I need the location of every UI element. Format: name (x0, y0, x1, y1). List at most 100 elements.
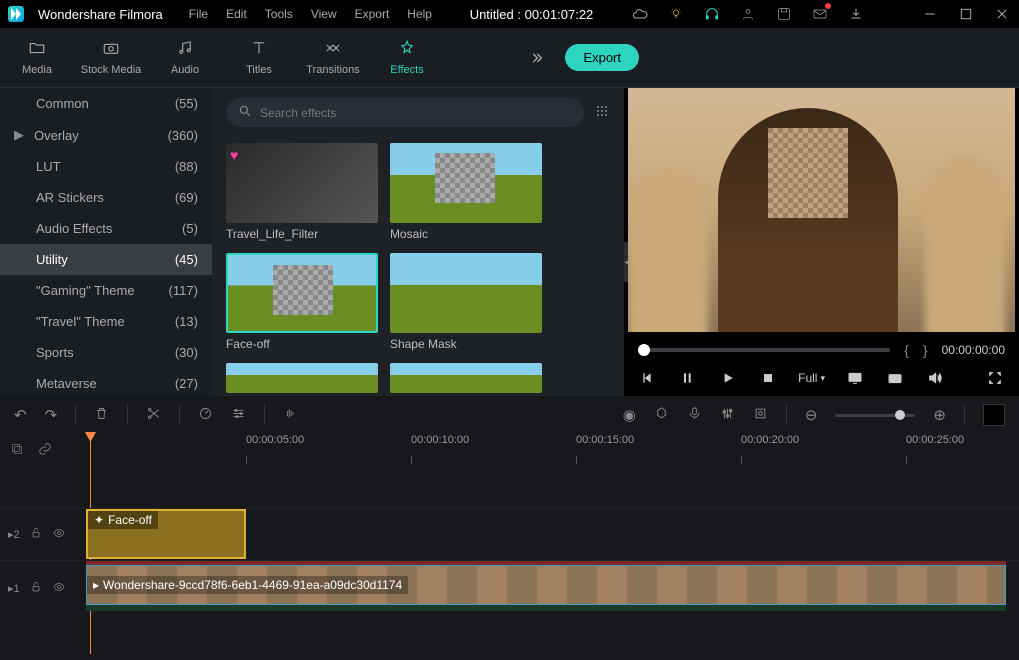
video-clip[interactable]: ▸Wondershare-9ccd78f6-6eb1-4469-91ea-a09… (86, 565, 1006, 605)
tab-media[interactable]: Media (0, 28, 74, 88)
effects-sidebar: Common(55) ▶Overlay(360) LUT(88) AR Stic… (0, 88, 212, 396)
lock-icon[interactable] (30, 581, 42, 596)
markers-box[interactable] (983, 404, 1005, 426)
preview-video[interactable] (628, 88, 1015, 332)
lightbulb-icon[interactable] (667, 5, 685, 23)
menu-edit[interactable]: Edit (226, 7, 247, 21)
quality-select[interactable]: Full▾ (798, 371, 825, 385)
effect-thumb (226, 253, 378, 333)
link-icon[interactable] (38, 442, 52, 460)
preview-panel: { } 00:00:00:00 Full▾ (624, 88, 1019, 396)
undo-icon[interactable]: ↶ (14, 406, 27, 424)
tab-audio[interactable]: Audio (148, 28, 222, 88)
menu-view[interactable]: View (311, 7, 337, 21)
effect-item-extra1[interactable] (226, 363, 378, 393)
redo-icon[interactable]: ↷ (45, 406, 58, 424)
fullscreen-icon[interactable] (985, 368, 1005, 388)
adjust-icon[interactable] (231, 406, 246, 425)
search-input[interactable] (260, 106, 572, 120)
more-icon[interactable] (527, 49, 545, 67)
prev-frame-icon[interactable] (638, 368, 658, 388)
effect-item-extra2[interactable] (390, 363, 542, 393)
minimize-icon[interactable] (921, 5, 939, 23)
sidebar-item-ar-stickers[interactable]: AR Stickers(69) (0, 182, 212, 213)
app-name: Wondershare Filmora (38, 7, 163, 22)
tab-titles[interactable]: Titles (222, 28, 296, 88)
effect-thumb (390, 253, 542, 333)
user-icon[interactable] (739, 5, 757, 23)
step-back-icon[interactable] (678, 368, 698, 388)
sidebar-item-travel-theme[interactable]: "Travel" Theme(13) (0, 306, 212, 337)
export-button[interactable]: Export (565, 44, 639, 71)
music-icon (175, 39, 195, 62)
effect-label: Mosaic (390, 227, 542, 241)
play-icon[interactable] (718, 368, 738, 388)
sidebar-item-common[interactable]: Common(55) (0, 88, 212, 119)
maximize-icon[interactable] (957, 5, 975, 23)
sidebar-item-gaming-theme[interactable]: "Gaming" Theme(117) (0, 275, 212, 306)
mail-icon[interactable] (811, 5, 829, 23)
star-icon: ✦ (94, 513, 104, 527)
sidebar-item-sports[interactable]: Sports(30) (0, 337, 212, 368)
delete-icon[interactable] (94, 406, 109, 425)
lock-icon[interactable] (30, 527, 42, 542)
volume-icon[interactable] (925, 368, 945, 388)
audio-clip[interactable] (86, 605, 1006, 611)
search-icon (238, 104, 252, 121)
effect-thumb (226, 363, 378, 393)
track-content[interactable]: ▸Wondershare-9ccd78f6-6eb1-4469-91ea-a09… (86, 561, 1019, 616)
sidebar-item-metaverse[interactable]: Metaverse(27) (0, 368, 212, 396)
preview-scrubber[interactable] (638, 348, 890, 352)
tab-transitions[interactable]: Transitions (296, 28, 370, 88)
effect-item-travel-life[interactable]: ♥ Travel_Life_Filter (226, 143, 378, 241)
mixer-icon[interactable] (720, 406, 735, 425)
effect-clip[interactable]: ✦Face-off (86, 509, 246, 559)
eye-icon[interactable] (52, 527, 66, 542)
snapshot-icon[interactable] (885, 368, 905, 388)
zoom-in-icon[interactable]: ⊕ (933, 406, 946, 424)
menu-tools[interactable]: Tools (265, 7, 293, 21)
track-content[interactable]: ✦Face-off (86, 509, 1019, 560)
download-icon[interactable] (847, 5, 865, 23)
timeline-section: ↶ ↷ ◉ ⊖ ⊕ 00:00:05:00 00:00:10:00 (0, 396, 1019, 660)
effect-item-face-off[interactable]: Face-off (226, 253, 378, 351)
cloud-icon[interactable] (631, 5, 649, 23)
timeline-ruler[interactable]: 00:00:05:00 00:00:10:00 00:00:15:00 00:0… (86, 434, 1019, 468)
tab-effects[interactable]: Effects (370, 28, 444, 88)
eye-icon[interactable] (52, 581, 66, 596)
grid-view-icon[interactable] (594, 103, 610, 122)
render-icon[interactable]: ◉ (623, 406, 636, 424)
mark-in-icon[interactable]: { (904, 342, 909, 358)
copy-layout-icon[interactable] (10, 442, 24, 460)
crop-icon[interactable] (753, 406, 768, 425)
zoom-717[interactable] (835, 414, 915, 417)
sidebar-item-overlay[interactable]: ▶Overlay(360) (0, 119, 212, 151)
zoom-out-icon[interactable]: ⊖ (805, 406, 818, 424)
effect-item-shape-mask[interactable]: Shape Mask (390, 253, 542, 351)
menu-file[interactable]: File (189, 7, 208, 21)
close-icon[interactable] (993, 5, 1011, 23)
headphones-icon[interactable] (703, 5, 721, 23)
effect-label: Travel_Life_Filter (226, 227, 378, 241)
sidebar-item-audio-effects[interactable]: Audio Effects(5) (0, 213, 212, 244)
effect-item-mosaic[interactable]: Mosaic (390, 143, 542, 241)
split-icon[interactable] (146, 406, 161, 425)
tab-stock-media[interactable]: Stock Media (74, 28, 148, 88)
speed-icon[interactable] (198, 406, 213, 425)
search-box[interactable] (226, 98, 584, 127)
sidebar-item-lut[interactable]: LUT(88) (0, 151, 212, 182)
sidebar-item-utility[interactable]: Utility(45) (0, 244, 212, 275)
folder-icon (27, 39, 47, 62)
mark-out-icon[interactable]: } (923, 342, 928, 358)
mic-icon[interactable] (687, 406, 702, 425)
scrubber-handle[interactable] (638, 344, 650, 356)
heart-icon: ♥ (230, 147, 238, 163)
save-icon[interactable] (775, 5, 793, 23)
display-icon[interactable] (845, 368, 865, 388)
zoom-handle[interactable] (895, 410, 905, 420)
menu-help[interactable]: Help (407, 7, 432, 21)
marker-icon[interactable] (654, 406, 669, 425)
stop-icon[interactable] (758, 368, 778, 388)
menu-export[interactable]: Export (355, 7, 390, 21)
audio-wave-icon[interactable] (283, 406, 298, 425)
